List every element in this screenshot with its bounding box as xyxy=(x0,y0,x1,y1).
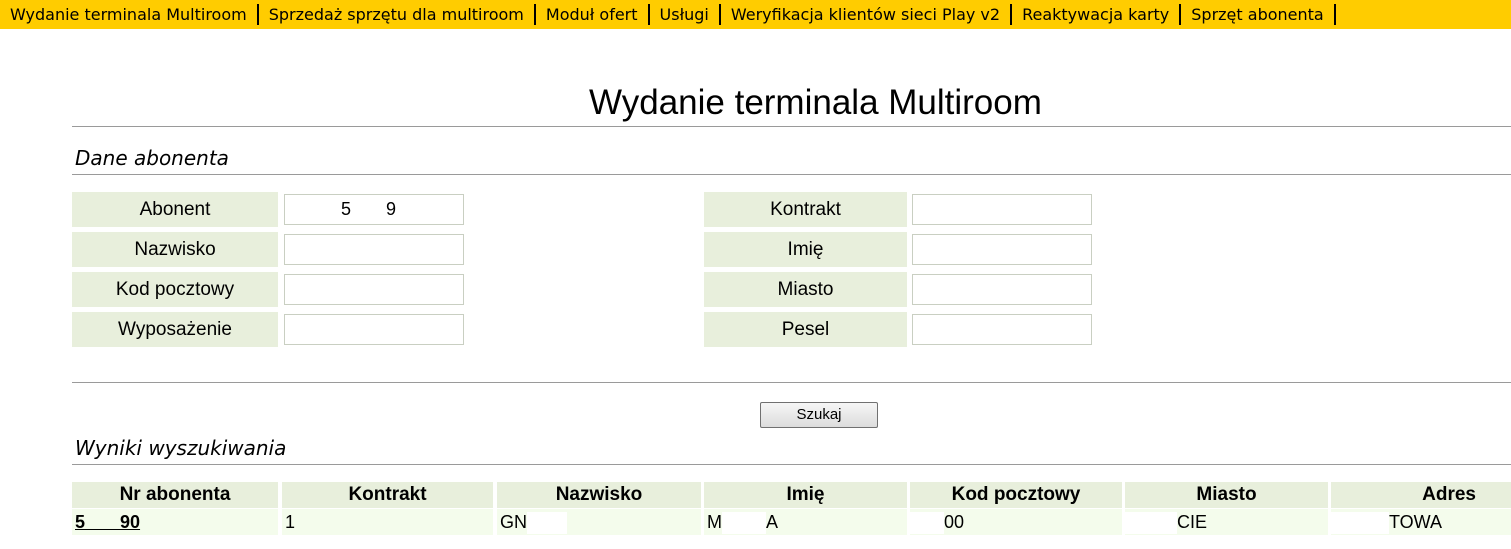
label-imie: Imię xyxy=(704,232,907,267)
abonent-input[interactable] xyxy=(284,194,464,225)
label-kontrakt: Kontrakt xyxy=(704,192,907,227)
cell-imie-value-start: M xyxy=(707,512,722,532)
label-kod-pocztowy: Kod pocztowy xyxy=(72,272,278,307)
kod-pocztowy-input[interactable] xyxy=(284,274,464,305)
nav-item-weryfikacja-play[interactable]: Weryfikacja klientów sieci Play v2 xyxy=(721,0,1010,29)
cell-kod-pocztowy-value: 00 xyxy=(944,512,965,532)
section-divider xyxy=(72,174,1511,175)
redaction-block xyxy=(1125,512,1177,535)
cell-kontrakt: 1 xyxy=(282,509,493,535)
redaction-block xyxy=(910,512,944,535)
results-divider xyxy=(72,464,1511,465)
section-title-dane-abonenta: Dane abonenta xyxy=(75,146,229,170)
cell-nazwisko-value: GN xyxy=(500,512,527,532)
nav-item-sprzet-abonenta[interactable]: Sprzęt abonenta xyxy=(1181,0,1333,29)
wyposazenie-input[interactable] xyxy=(284,314,464,345)
nav-item-reaktywacja-karty[interactable]: Reaktywacja karty xyxy=(1012,0,1179,29)
cell-adres: TOWA xyxy=(1331,509,1511,535)
cell-nazwisko: GN xyxy=(497,509,701,535)
pesel-input[interactable] xyxy=(912,314,1092,345)
redaction-block xyxy=(722,512,766,535)
nav-item-wydanie-terminala[interactable]: Wydanie terminala Multiroom xyxy=(0,0,257,29)
cell-miasto: CIE xyxy=(1125,509,1328,535)
label-wyposazenie: Wyposażenie xyxy=(72,312,278,347)
column-header-kod-pocztowy: Kod pocztowy xyxy=(910,482,1122,508)
top-nav: Wydanie terminala Multiroom Sprzedaż spr… xyxy=(0,0,1511,29)
cell-imie-value-end: A xyxy=(766,512,779,532)
cell-kod-pocztowy: 00 xyxy=(910,509,1122,535)
kontrakt-input[interactable] xyxy=(912,194,1092,225)
label-abonent: Abonent xyxy=(72,192,278,227)
nav-item-sprzedaz-sprzetu[interactable]: Sprzedaż sprzętu dla multiroom xyxy=(259,0,534,29)
column-header-nazwisko: Nazwisko xyxy=(497,482,701,508)
title-divider xyxy=(72,126,1511,127)
column-header-imie: Imię xyxy=(704,482,907,508)
redaction-block xyxy=(1331,512,1389,535)
imie-input[interactable] xyxy=(912,234,1092,265)
column-header-miasto: Miasto xyxy=(1125,482,1328,508)
nav-item-uslugi[interactable]: Usługi xyxy=(650,0,719,29)
nazwisko-input[interactable] xyxy=(284,234,464,265)
nav-item-modul-ofert[interactable]: Moduł ofert xyxy=(536,0,648,29)
cell-nr-abonenta: 5 90 xyxy=(72,509,278,535)
column-header-nr-abonenta: Nr abonenta xyxy=(72,482,278,508)
section-title-wyniki: Wyniki wyszukiwania xyxy=(75,436,287,460)
search-button[interactable]: Szukaj xyxy=(760,402,878,428)
column-header-kontrakt: Kontrakt xyxy=(282,482,493,508)
column-header-adres: Adres xyxy=(1331,482,1511,508)
cell-adres-value: TOWA xyxy=(1389,512,1442,532)
form-divider xyxy=(72,382,1511,383)
page-title: Wydanie terminala Multiroom xyxy=(589,83,1042,122)
redaction-block xyxy=(527,512,567,535)
label-miasto: Miasto xyxy=(704,272,907,307)
label-pesel: Pesel xyxy=(704,312,907,347)
nav-separator xyxy=(1333,4,1336,25)
label-nazwisko: Nazwisko xyxy=(72,232,278,267)
cell-miasto-value: CIE xyxy=(1177,512,1208,532)
subscriber-link[interactable]: 5 90 xyxy=(75,512,140,532)
miasto-input[interactable] xyxy=(912,274,1092,305)
cell-imie: MA xyxy=(704,509,907,535)
